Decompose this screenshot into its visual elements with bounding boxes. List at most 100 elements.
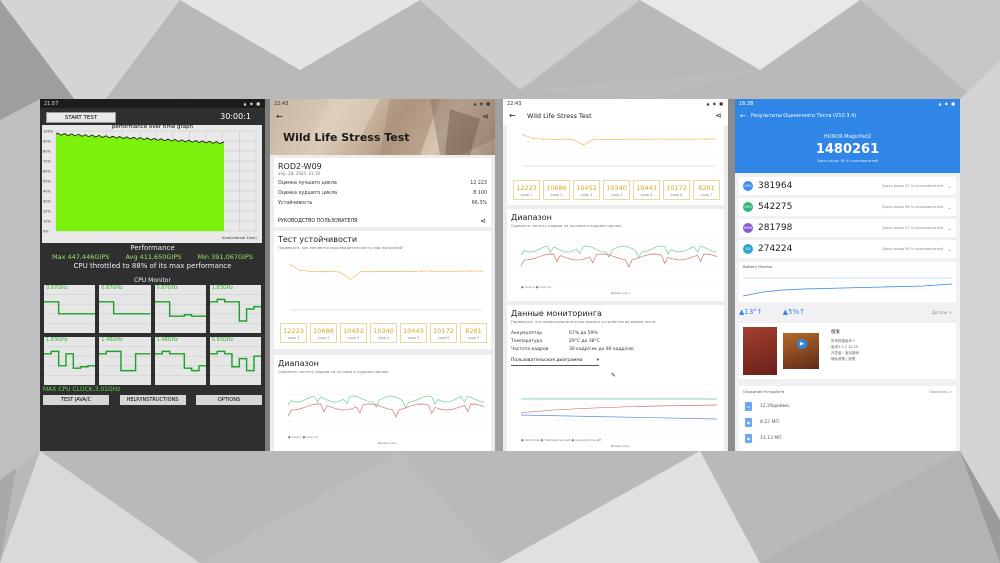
app-promo-card[interactable]: ▶ 橙发 所有物语版本+ 版本5.2.2 10.20 开发者：南京新网 隐私政策… — [739, 323, 956, 379]
user-guide-link[interactable]: РУКОВОДСТВО ПОЛЬЗОВАТЕЛЯ — [278, 219, 357, 224]
status-icons: ▲ ◆ ■ — [938, 101, 956, 106]
promo-line: 版本5.2.2 10.20 — [831, 345, 859, 349]
loop-score-box[interactable]: 10452 Loop 3 — [573, 180, 600, 200]
chevron-down-icon: ⌄ — [946, 182, 952, 190]
show-more-link[interactable]: Показать > — [929, 389, 952, 394]
loop-score-box[interactable]: 12223 Loop 1 — [280, 323, 307, 343]
play-icon[interactable]: ▶ — [797, 339, 807, 349]
screen-size-row: ▭ 12.29дюйма — [745, 402, 789, 411]
chevron-down-icon: ⌄ — [946, 224, 952, 232]
back-arrow-icon[interactable]: ← — [740, 112, 746, 120]
sub-score-row[interactable]: GPU 542275 Здесь выше 86 % пользователей ⌄ — [739, 198, 956, 216]
range-worst-loop-line — [520, 253, 718, 268]
back-arrow-icon[interactable]: ← — [509, 111, 516, 120]
loop-score-box[interactable]: 10452 Loop 3 — [340, 323, 367, 343]
loop-score-box[interactable]: 10172 Loop 6 — [663, 180, 690, 200]
share-icon[interactable]: ⋖ — [480, 217, 486, 225]
3dmark-results-app: 22:43 ▲ ◆ ■ ← ⋖ Wild Life Stress Test RO… — [270, 99, 495, 451]
test-title: Wild Life Stress Test — [283, 131, 410, 144]
core-frequency: 1.83GHz — [46, 337, 68, 343]
help-instructions-button[interactable]: HELP/INSTRUCTIONS — [119, 395, 186, 405]
core-chart — [154, 294, 206, 324]
core-frequency: 0.87GHz — [101, 285, 123, 291]
loop-score-box[interactable]: 8201 Loop 7 — [693, 180, 720, 200]
test-java-button[interactable]: TEST JAVA/C — [43, 395, 109, 405]
range-card: Диапазон Сравните частоту кадров на лучш… — [507, 209, 724, 301]
core-chart — [209, 346, 261, 376]
core-frequency-line — [209, 350, 261, 372]
range-chart: ● Loop 1 ● Loop 11 Время (сек.) — [287, 384, 485, 445]
sub-score-value: 274224 — [758, 244, 793, 254]
core-frequency-line — [154, 350, 206, 372]
core-chart — [44, 346, 96, 376]
promo-line: 所有物语版本+ — [831, 339, 855, 343]
stability-chart-card: 12223 Loop 1 10686 Loop 2 10452 Loop 3 10340 Lo… — [507, 125, 724, 205]
details-link[interactable]: Детали > — [932, 310, 952, 315]
loop-score-label: Loop 2 — [550, 192, 563, 197]
loop-score-box[interactable]: 10340 Loop 4 — [370, 323, 397, 343]
loop-score-value: 12223 — [283, 326, 304, 335]
sub-score-note: Здесь выше 48 % пользователей — [881, 247, 943, 251]
loop-scores-row[interactable]: 12223 Loop 1 10686 Loop 2 10452 Loop 3 10340 Lo… — [513, 180, 720, 200]
sub-score-value: 542275 — [758, 202, 793, 212]
best-loop-label: Оценка лучшего цикла — [278, 181, 337, 186]
background-polygon — [0, 451, 200, 563]
battery-label: Аккумулятор — [511, 331, 543, 336]
loop-score-box[interactable]: 10686 Loop 2 — [310, 323, 337, 343]
monitoring-chart: ● Clock/Ход ● Температура ЦП ● Аккумулят… — [520, 390, 718, 448]
loop-scores-row[interactable]: 12223 Loop 1 10686 Loop 2 10452 Loop 3 10340 Lo… — [280, 323, 487, 343]
loop-score-box[interactable]: 10443 Loop 5 — [400, 323, 427, 343]
worst-loop-label: Оценка худшего цикла — [278, 191, 338, 196]
monitor-legend: ● Clock/Ход ● Температура ЦП ● Аккумулят… — [521, 438, 601, 442]
antutu-results-app: 16:38 ▲ ◆ ■ ← Результаты Оценочного Тест… — [735, 99, 960, 451]
loop-score-label: Loop 2 — [317, 335, 330, 340]
back-arrow-icon[interactable]: ← — [276, 112, 283, 121]
sub-score-note: Здесь выше 67 % пользователей — [881, 184, 943, 188]
share-icon[interactable]: ⋖ — [715, 111, 722, 120]
options-button[interactable]: OPTIONS — [196, 395, 262, 405]
score-header: 16:38 ▲ ◆ ■ ← Результаты Оценочного Тест… — [735, 99, 960, 173]
loop-score-box[interactable]: 10686 Loop 2 — [543, 180, 570, 200]
throttle-message: CPU throttled to 88% of its max performa… — [73, 262, 232, 270]
range-legend: ● Loop 1 ● Loop 11 — [521, 285, 551, 289]
core-frequency: 1.48GHz — [156, 337, 178, 343]
core-frequency-line — [154, 301, 206, 317]
loop-score-value: 10452 — [576, 183, 597, 192]
y-tick-label: 80% — [43, 150, 52, 154]
y-tick-label: 50% — [43, 180, 52, 184]
loop-score-box[interactable]: 10340 Loop 4 — [603, 180, 630, 200]
performance-graph: 100% 90% 80% 70% 60% 50% 40% 30% 20% 10% 0% time(in… — [42, 125, 262, 243]
cpu-core-monitor: 1.83GHz — [44, 337, 96, 385]
loop-score-box[interactable]: 12223 Loop 1 — [513, 180, 540, 200]
sub-score-row[interactable]: UX 274224 Здесь выше 48 % пользователей ⌄ — [739, 240, 956, 258]
edit-pencil-icon[interactable]: ✎ — [611, 372, 616, 379]
temperature-value: 29°C до 38°C — [569, 339, 600, 344]
sub-score-row[interactable]: CPU 381964 Здесь выше 67 % пользователей ⌄ — [739, 177, 956, 195]
worst-loop-row: Оценка худшего цикла 8 100 — [274, 191, 491, 196]
performance-graph-svg: 100% 90% 80% 70% 60% 50% 40% 30% 20% 10% 0% time(in… — [43, 130, 257, 241]
loop-score-box[interactable]: 8201 Loop 7 — [460, 323, 487, 343]
device-info-title: Описание Устройств — [743, 389, 785, 394]
battery-monitor-chart — [743, 271, 952, 300]
chevron-down-icon: ⌄ — [946, 203, 952, 211]
battery-value: 67% до 59% — [569, 331, 598, 336]
share-icon[interactable]: ⋖ — [482, 112, 489, 121]
loop-score-value: 12223 — [516, 183, 537, 192]
core-frequency-line — [99, 350, 151, 372]
chevron-down-icon: ⌄ — [946, 245, 952, 253]
monitoring-card: Данные мониторинга Проверьте, что происх… — [507, 305, 724, 451]
loop-score-box[interactable]: 10172 Loop 6 — [430, 323, 457, 343]
sub-score-row[interactable]: MEM 281798 Здесь выше 57 % пользователей ⌄ — [739, 219, 956, 237]
background-polygon — [500, 451, 760, 563]
sub-score-value: 281798 — [758, 223, 793, 233]
chart-type-select[interactable]: Пользовательская диаграмма ▾ — [511, 358, 599, 366]
temperature-battery-row[interactable]: ▲13°↑ ▲5%↑ Детали > — [739, 304, 956, 320]
test-title: Wild Life Stress Test — [527, 112, 592, 120]
start-test-button[interactable]: START TEST — [46, 112, 116, 123]
loop-score-box[interactable]: 10443 Loop 5 — [633, 180, 660, 200]
monitor-battery-line — [520, 414, 718, 420]
best-loop-row: Оценка лучшего цикла 12 223 — [274, 181, 491, 186]
range-x-label: Время (сек.) — [378, 441, 397, 445]
dropdown-arrow-icon: ▾ — [596, 358, 599, 363]
framerate-row: Частота кадров 30 кадр/сек до 90 кадр/сек — [507, 347, 724, 352]
